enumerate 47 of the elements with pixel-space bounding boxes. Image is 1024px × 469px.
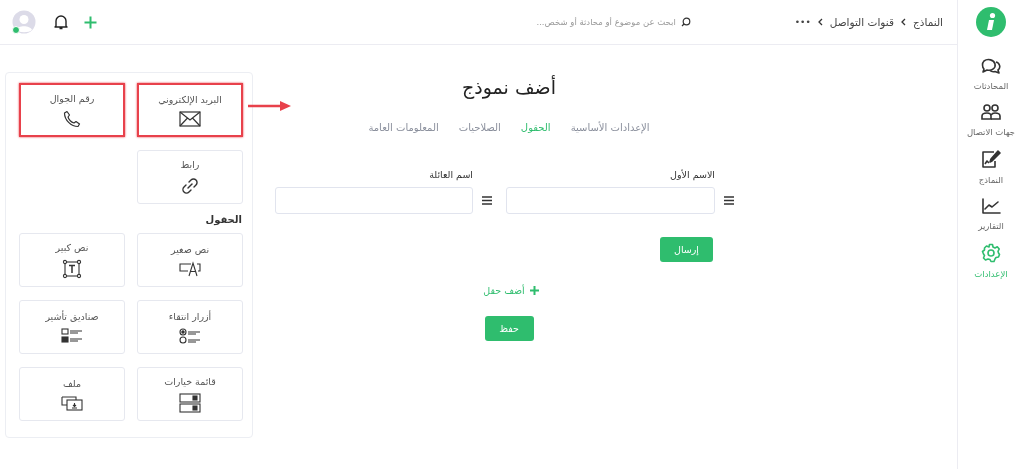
checkbox-list-icon [61,327,83,344]
field-type-tile[interactable]: نص كبير [19,233,125,287]
field-label: اسم العائلة [428,169,473,180]
chat-bubbles-icon [981,57,1001,75]
sidebar-item[interactable]: المحادثات [973,57,1009,91]
file-icon [61,394,83,411]
field-type-tile[interactable]: قائمة خيارات [137,367,243,421]
logo-icon[interactable] [976,7,1006,37]
user-avatar[interactable] [12,10,36,34]
field-type-tile[interactable]: رابط [137,150,243,204]
search-icon [680,17,691,27]
radio-list-icon [179,327,201,344]
people-icon [981,103,1001,121]
drag-handle-icon[interactable] [482,196,492,205]
field-type-tile[interactable]: نص صغير [137,233,243,287]
sidebar-item[interactable]: جهات الاتصال [966,103,1016,137]
more-menu[interactable]: ••• [794,17,811,27]
field-type-tile[interactable]: رقم الجوال [19,83,125,137]
field-type-tile[interactable]: أزرار انتقاء [137,300,243,354]
notification-bell-icon[interactable] [54,14,68,30]
chevron-icon [901,18,906,26]
dropdown-list-icon [179,392,201,413]
envelope-icon [179,110,201,127]
link-icon [180,175,200,196]
breadcrumb-link[interactable]: قنوات التواصل [829,16,894,28]
text-field-icon [179,260,201,277]
sidebar-item[interactable]: النماذج [978,149,1004,185]
text-box-icon [62,258,82,279]
phone-icon [63,109,81,128]
field-type-tile[interactable]: صناديق تأشير [19,300,125,354]
add-icon [529,286,539,295]
add-icon[interactable] [84,15,97,29]
field-label: الاسم الأول [669,169,715,180]
sidebar-item[interactable]: التقارير [978,197,1004,231]
section-heading: الحقول [204,214,242,225]
field-type-tile[interactable]: ملف [19,367,125,421]
line-chart-icon [981,197,1001,215]
annotation-arrow-icon [246,100,292,112]
document-pen-icon [981,149,1001,169]
page-title: أضف نموذج [461,76,557,98]
drag-handle-icon[interactable] [724,196,734,205]
chevron-icon [817,18,823,26]
gear-icon [981,243,1001,263]
input-field[interactable] [275,187,473,214]
breadcrumb-link[interactable]: النماذج [913,16,943,28]
input-field[interactable] [506,187,715,214]
field-type-tile[interactable]: البريد الإلكتروني [137,83,243,137]
